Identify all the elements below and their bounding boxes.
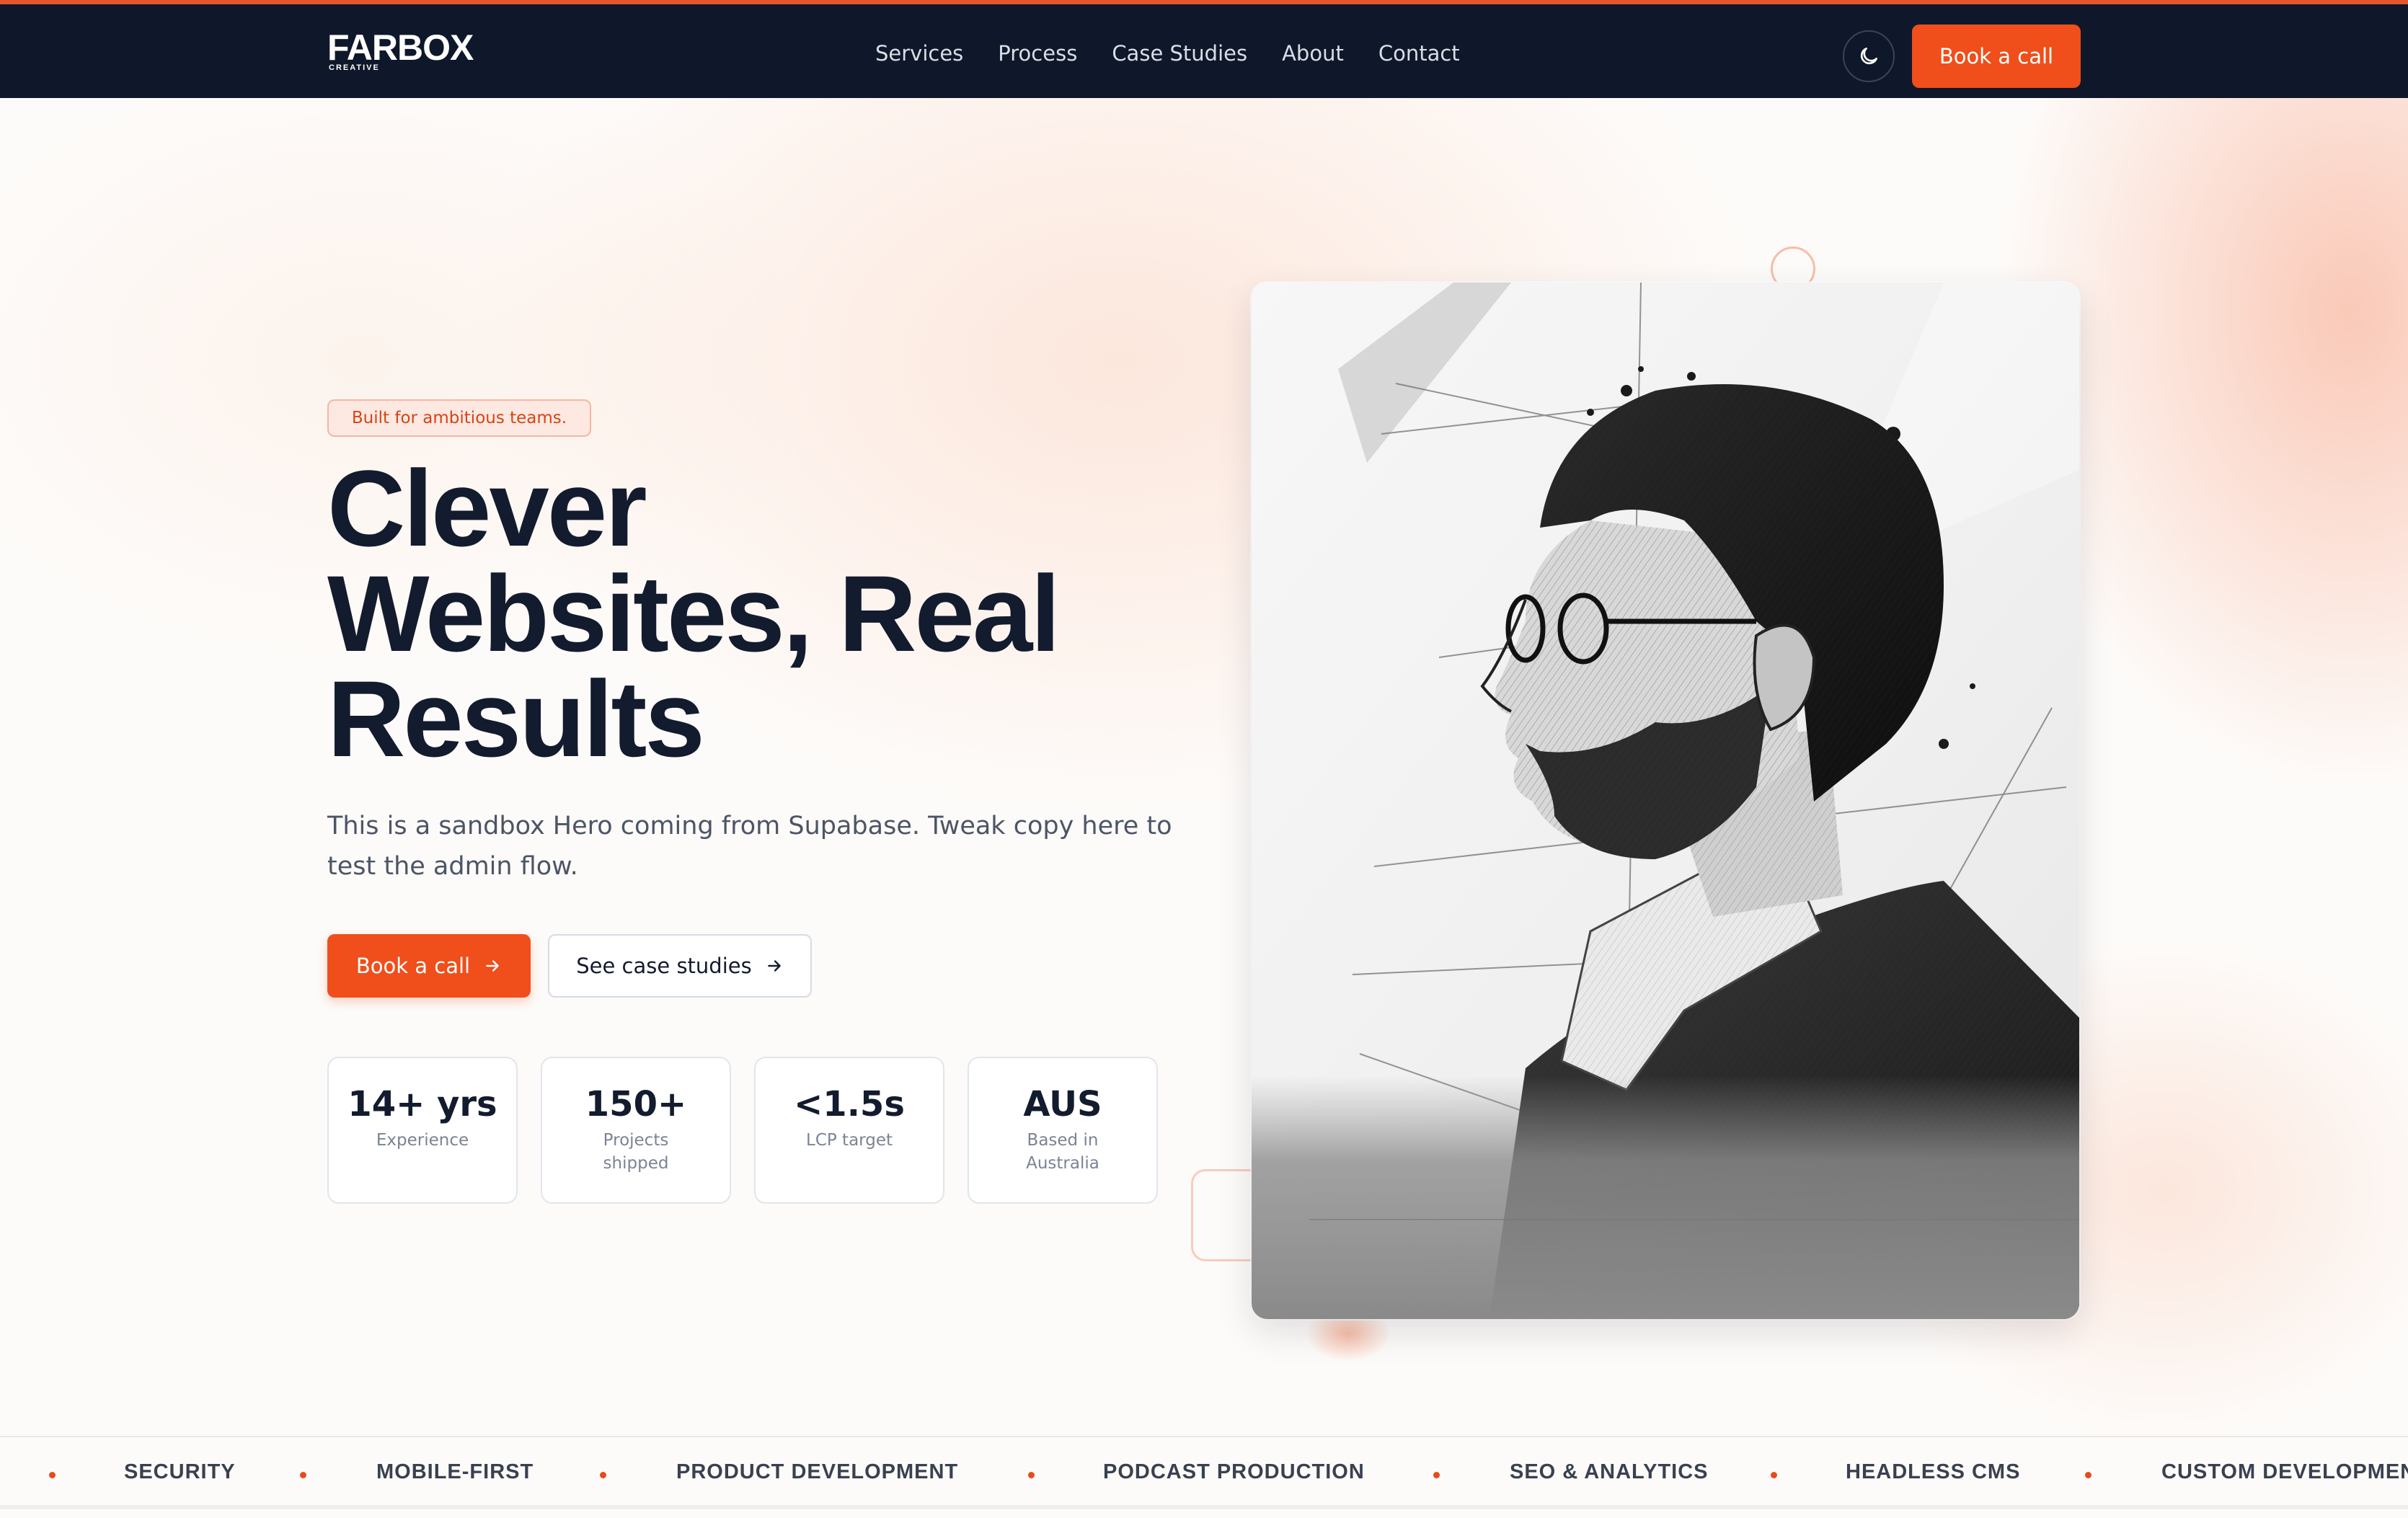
stat-value: <1.5s — [794, 1084, 905, 1124]
stat-label: Projects shipped — [603, 1131, 669, 1173]
marquee-dot — [1028, 1472, 1035, 1478]
moon-icon — [1860, 48, 1877, 65]
top-nav: FARBOX CREATIVE Services Process Case St… — [0, 0, 2408, 98]
stats-row: 14+ yrs Experience 150+ Projects shipped… — [327, 1057, 1158, 1204]
marquee-dot — [1771, 1472, 1777, 1478]
stat-value: 14+ yrs — [348, 1084, 497, 1124]
services-marquee: SECURITY MOBILE-FIRST PRODUCT DEVELOPMEN… — [0, 1436, 2408, 1509]
logo-wordmark: FARBOX — [327, 27, 474, 68]
hero-subcopy: This is a sandbox Hero coming from Supab… — [327, 812, 1172, 881]
nav-book-call-button[interactable]: Book a call — [1912, 25, 2081, 88]
nav-link-contact[interactable]: Contact — [1378, 39, 1460, 68]
book-call-button[interactable]: Book a call — [327, 934, 531, 998]
theme-toggle-button[interactable] — [1843, 30, 1895, 82]
marquee-dot — [49, 1472, 56, 1478]
nav-link-case-studies[interactable]: Case Studies — [1112, 39, 1247, 68]
arrow-right-icon — [486, 960, 499, 972]
stat-card-location: AUS Based in Australia — [968, 1057, 1158, 1204]
see-case-studies-label: See case studies — [576, 954, 752, 978]
headline-line-2: Websites, Real — [327, 553, 1061, 674]
marquee-dot — [600, 1472, 606, 1478]
hero-portrait-image — [1252, 283, 2079, 1319]
book-call-label: Book a call — [355, 954, 471, 978]
stat-card-projects: 150+ Projects shipped — [541, 1057, 731, 1204]
stat-label: LCP target — [806, 1131, 893, 1150]
stat-card-lcp: <1.5s LCP target — [754, 1057, 944, 1204]
headline-line-1: Clever — [327, 448, 647, 569]
brand-logo[interactable]: FARBOX CREATIVE — [327, 27, 474, 72]
hero-headline: Clever Websites, Real Results — [327, 448, 1221, 779]
marquee-item: HEADLESS CMS — [1846, 1460, 2021, 1483]
marquee-item: PODCAST PRODUCTION — [1103, 1460, 1365, 1483]
headline-line-3: Results — [327, 658, 705, 779]
marquee-item: MOBILE-FIRST — [376, 1460, 534, 1483]
marquee-item: SECURITY — [124, 1460, 236, 1483]
marquee-dot — [300, 1472, 306, 1478]
nav-link-services[interactable]: Services — [875, 39, 963, 68]
marquee-item: PRODUCT DEVELOPMENT — [676, 1460, 959, 1483]
marquee-dot — [2085, 1472, 2091, 1478]
page: FARBOX CREATIVE Services Process Case St… — [0, 0, 2408, 1518]
stat-label: Experience — [376, 1131, 469, 1150]
stat-value: AUS — [1023, 1084, 1102, 1124]
stat-value: 150+ — [585, 1084, 687, 1124]
arrow-right-icon — [767, 960, 781, 972]
marquee-dot — [1433, 1472, 1440, 1478]
see-case-studies-button[interactable]: See case studies — [548, 934, 812, 998]
nav-link-process[interactable]: Process — [998, 39, 1077, 68]
marquee-item: CUSTOM DEVELOPMEN — [2161, 1460, 2408, 1483]
nav-link-about[interactable]: About — [1282, 39, 1344, 68]
stat-card-experience: 14+ yrs Experience — [327, 1057, 518, 1204]
marquee-item: SEO & ANALYTICS — [1510, 1460, 1709, 1483]
sketch-portrait-illustration — [1252, 283, 2079, 1319]
hero-badge: Built for ambitious teams. — [327, 399, 591, 437]
stat-label: Based in Australia — [1026, 1131, 1099, 1173]
nav-links: Services Process Case Studies About Cont… — [875, 39, 1460, 68]
